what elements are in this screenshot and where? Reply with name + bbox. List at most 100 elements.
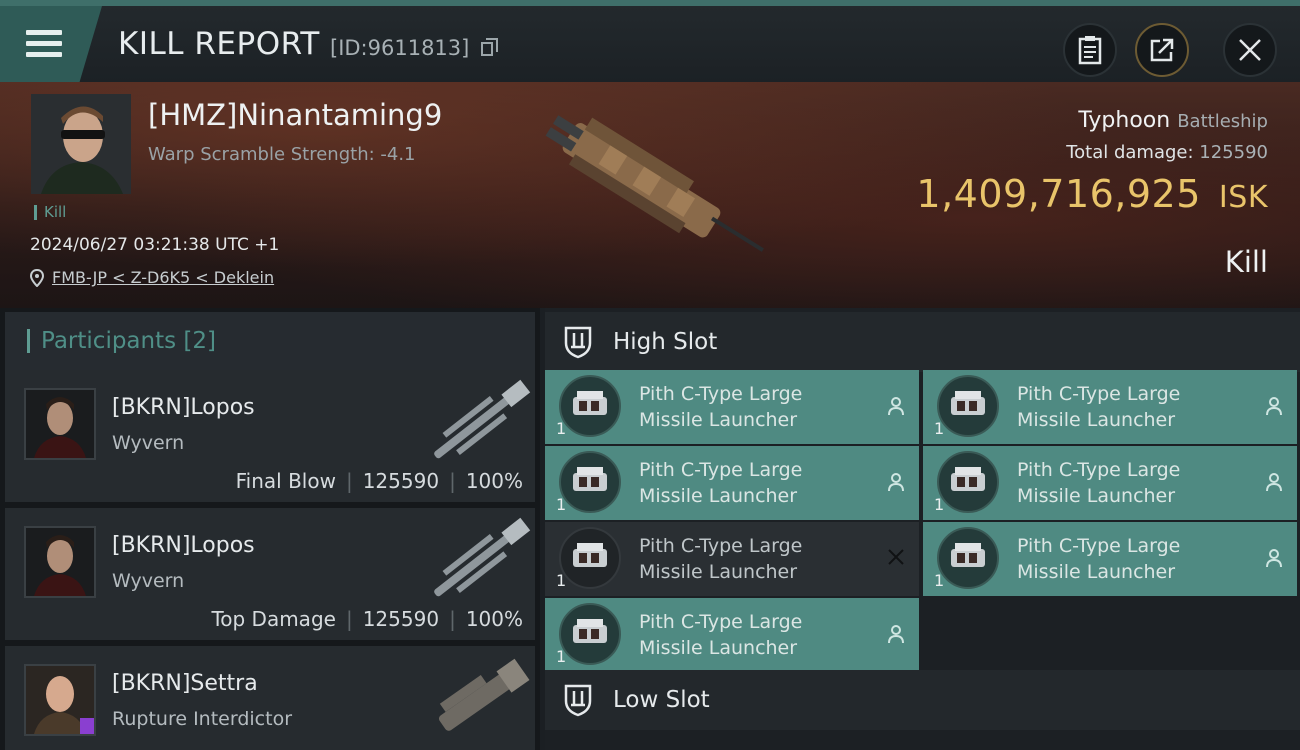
stats-separator: | [345, 607, 353, 631]
participant-card[interactable]: [BKRN]Lopos Wyvern Final Blow | 125590 |… [5, 370, 535, 502]
module-name: Pith C-Type Large Missile Launcher [1017, 533, 1180, 585]
module-tile[interactable]: 1 Pith C-Type Large Missile Launcher [545, 446, 919, 520]
kill-datetime: 2024/06/27 03:21:38 UTC +1 [30, 235, 280, 255]
module-tile[interactable]: 1 Pith C-Type Large Missile Launcher [923, 446, 1297, 520]
participant-avatar[interactable] [24, 664, 96, 736]
ship-class: Battleship [1177, 111, 1268, 132]
header-marker [27, 329, 30, 353]
module-name: Pith C-Type Large Missile Launcher [1017, 381, 1180, 433]
kill-location[interactable]: FMB-JP < Z-D6K5 < Deklein [30, 268, 274, 287]
participant-avatar[interactable] [24, 388, 96, 460]
module-name-line1: Pith C-Type Large [639, 459, 803, 481]
total-damage-value: 125590 [1199, 142, 1268, 163]
participants-title: Participants [2] [41, 328, 216, 354]
stats-separator: | [449, 469, 456, 493]
missile-launcher-icon [559, 527, 621, 589]
participant-percent: 100% [465, 607, 523, 631]
module-quantity: 1 [556, 419, 567, 438]
victim-name[interactable]: [HMZ]Ninantaming9 [148, 98, 442, 132]
copy-icon[interactable] [481, 38, 498, 56]
participant-ship-image [438, 658, 530, 731]
participant-role: Final Blow [235, 469, 336, 493]
module-tile[interactable]: 1 Pith C-Type Large Missile Launcher [545, 370, 919, 444]
pilot-icon [887, 624, 905, 644]
participant-name[interactable]: [BKRN]Lopos [112, 395, 255, 420]
participant-avatar[interactable] [24, 526, 96, 598]
page-title: KILL REPORT [118, 26, 320, 62]
module-name-line2: Missile Launcher [639, 409, 798, 431]
isk-amount: 1,409,716,925 [916, 172, 1201, 216]
kill-tag: Kill [34, 205, 66, 220]
participant-damage: 125590 [362, 607, 440, 631]
menu-button[interactable] [0, 6, 102, 82]
participant-stats: Final Blow | 125590 | 100% [236, 469, 523, 493]
missile-launcher-icon [559, 603, 621, 665]
pilot-icon [1265, 396, 1283, 416]
isk-unit: ISK [1218, 180, 1268, 215]
victim-portrait[interactable] [31, 94, 131, 194]
share-button[interactable] [1135, 23, 1189, 77]
isk-value: 1,409,716,925 ISK [916, 172, 1268, 216]
victim-ship-type: Typhoon Battleship [1078, 108, 1268, 133]
low-slot-icon [564, 684, 592, 717]
close-button[interactable] [1223, 23, 1277, 77]
pilot-icon [887, 396, 905, 416]
close-icon [1239, 39, 1261, 61]
module-name-line1: Pith C-Type Large [639, 383, 803, 405]
module-name: Pith C-Type Large Missile Launcher [639, 533, 802, 585]
missile-launcher-icon [559, 451, 621, 513]
share-icon [1150, 38, 1174, 62]
fitting-panel: High Slot 1 Pith C-Type Large Missile Laun… [545, 308, 1300, 750]
clipboard-icon [1078, 36, 1102, 65]
low-slot-header: Low Slot [545, 670, 1300, 730]
high-slot-icon [564, 326, 592, 359]
module-tile[interactable]: 1 Pith C-Type Large Missile Launcher [545, 598, 919, 672]
missile-launcher-icon [937, 527, 999, 589]
module-quantity: 1 [556, 571, 567, 590]
total-damage: Total damage: 125590 [1066, 142, 1268, 163]
module-name-line2: Missile Launcher [1017, 561, 1176, 583]
participants-header[interactable]: Participants [2] [5, 312, 535, 370]
pilot-icon [887, 472, 905, 492]
module-name-line2: Missile Launcher [639, 637, 798, 659]
participant-ship: Wyvern [112, 432, 185, 454]
ship-name[interactable]: Typhoon [1078, 108, 1170, 133]
participant-card[interactable]: [BKRN]Lopos Wyvern Top Damage | 125590 |… [5, 508, 535, 640]
missile-launcher-icon [559, 375, 621, 437]
participant-name[interactable]: [BKRN]Settra [112, 671, 258, 696]
destroyed-x-icon [887, 548, 905, 566]
low-slot-title: Low Slot [613, 687, 710, 713]
module-tile[interactable]: 1 Pith C-Type Large Missile Launcher [923, 370, 1297, 444]
participant-ship-image [434, 379, 531, 459]
warp-scramble-strength: Warp Scramble Strength: -4.1 [148, 144, 416, 165]
location-link[interactable]: FMB-JP < Z-D6K5 < Deklein [52, 268, 274, 287]
menu-icon [26, 30, 62, 58]
module-name-line1: Pith C-Type Large [1017, 383, 1181, 405]
module-quantity: 1 [556, 495, 567, 514]
module-name-line2: Missile Launcher [1017, 485, 1176, 507]
module-name-line1: Pith C-Type Large [639, 611, 803, 633]
module-quantity: 1 [934, 495, 945, 514]
module-tile[interactable]: 1 Pith C-Type Large Missile Launcher [923, 522, 1297, 596]
participant-role: Top Damage [211, 607, 336, 631]
participant-ship: Rupture Interdictor [112, 708, 292, 730]
module-name: Pith C-Type Large Missile Launcher [1017, 457, 1180, 509]
participant-name[interactable]: [BKRN]Lopos [112, 533, 255, 558]
pilot-icon [1265, 472, 1283, 492]
module-name-line1: Pith C-Type Large [1017, 535, 1181, 557]
participant-percent: 100% [465, 469, 523, 493]
top-bar: KILL REPORT [ID:9611813] [0, 0, 1300, 82]
location-pin-icon [30, 268, 44, 287]
high-slot-title: High Slot [613, 329, 718, 355]
kill-result: Kill [1224, 245, 1268, 279]
module-tile[interactable]: 1 Pith C-Type Large Missile Launcher [545, 522, 919, 596]
module-name-line2: Missile Launcher [639, 561, 798, 583]
participant-card[interactable]: [BKRN]Settra Rupture Interdictor [5, 646, 535, 750]
stats-separator: | [345, 469, 353, 493]
victim-ship-image [545, 115, 764, 252]
participants-panel: Participants [2] [BKRN]Lopos Wyvern Fina… [0, 308, 540, 750]
module-name: Pith C-Type Large Missile Launcher [639, 457, 802, 509]
module-name-line1: Pith C-Type Large [639, 535, 803, 557]
clipboard-button[interactable] [1063, 23, 1117, 77]
victim-banner: [HMZ]Ninantaming9 Warp Scramble Strength… [0, 82, 1300, 308]
